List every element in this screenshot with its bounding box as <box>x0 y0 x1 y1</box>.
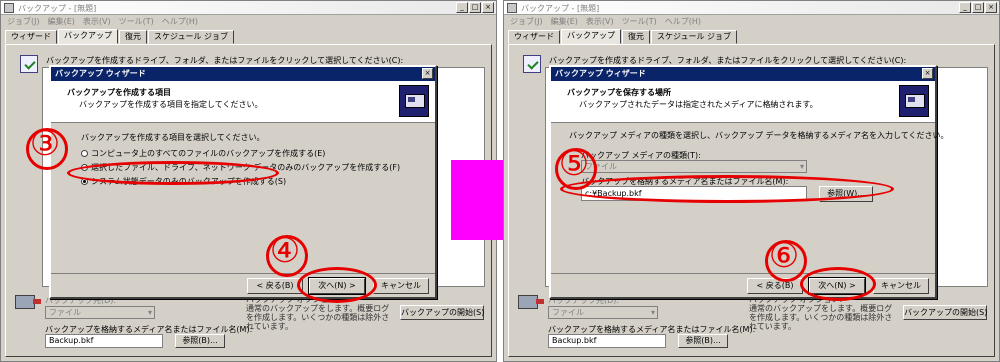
option-selected-files-label: 選択したファイル、ドライブ、ネットワーク データのみのバックアップを作成する(F… <box>91 163 401 172</box>
menu-bar: ジョブ(J) 編集(E) 表示(V) ツール(T) ヘルプ(H) <box>504 15 999 29</box>
media-name-input[interactable]: c:¥Backup.bkf <box>581 186 807 201</box>
backup-options-text: バックアップ オプション: 通常のバックアップをします。概要ログを作成します。い… <box>246 295 390 331</box>
backup-media-icon <box>518 295 544 309</box>
wizard-prompt: バックアップ メディアの種類を選択し、バックアップ データを格納するメディア名を… <box>569 131 949 140</box>
wizard-body: バックアップを作成する項目を選択してください。 コンピュータ上のすべてのファイル… <box>51 124 435 273</box>
tab-backup[interactable]: バックアップ <box>58 29 118 44</box>
tab-restore[interactable]: 復元 <box>622 30 650 44</box>
menu-job[interactable]: ジョブ(J) <box>7 15 40 29</box>
step-4-marker: ④ <box>265 234 308 277</box>
back-button[interactable]: < 戻る(B) <box>247 278 303 294</box>
backup-wizard-icon <box>399 85 429 117</box>
cancel-button[interactable]: キャンセル <box>373 278 429 294</box>
browse-button[interactable]: 参照(B)... <box>678 334 728 348</box>
maximize-button[interactable]: □ <box>469 2 481 13</box>
media-type-select[interactable]: ファイル <box>581 160 807 173</box>
menu-help[interactable]: ヘルプ(H) <box>162 15 198 29</box>
wizard-prompt: バックアップを作成する項目を選択してください。 <box>81 133 265 142</box>
backup-wizard-icon <box>899 85 929 117</box>
wizard-footer: < 戻る(B) 次へ(N) > キャンセル <box>551 273 935 297</box>
tab-wizard[interactable]: ウィザード <box>5 30 57 44</box>
wizard-title-bar[interactable]: バックアップ ウィザード × <box>551 67 935 81</box>
backup-wizard-dialog: バックアップ ウィザード × バックアップを作成する項目 バックアップを作成する… <box>49 65 437 299</box>
wizard-title: バックアップ ウィザード <box>55 69 146 78</box>
media-name-input[interactable]: Backup.bkf <box>548 334 666 348</box>
window-title: バックアップ - [無題] <box>18 4 97 13</box>
radio-icon[interactable] <box>81 150 88 157</box>
option-all-files-label: コンピュータ上のすべてのファイルのバックアップを作成する(E) <box>91 149 326 158</box>
browse-button[interactable]: 参照(B)... <box>175 334 225 348</box>
menu-tools[interactable]: ツール(T) <box>119 15 154 29</box>
close-button[interactable]: × <box>482 2 494 13</box>
tab-strip: ウィザード バックアップ 復元 スケジュール ジョブ <box>508 29 738 44</box>
start-backup-button[interactable]: バックアップの開始(S) <box>400 305 484 320</box>
wizard-header: バックアップを作成する項目 バックアップを作成する項目を指定してください。 <box>51 81 435 123</box>
backup-wizard-dialog: バックアップ ウィザード × バックアップを保存する場所 バックアップされたデー… <box>549 65 948 299</box>
wizard-header-title: バックアップを作成する項目 <box>67 88 171 97</box>
window-title: バックアップ - [無題] <box>521 4 600 13</box>
wizard-close-button[interactable]: × <box>922 68 933 79</box>
checklist-icon <box>523 55 541 73</box>
destination-select[interactable]: ファイル <box>548 306 658 319</box>
tab-schedule-job[interactable]: スケジュール ジョブ <box>651 30 737 44</box>
menu-edit[interactable]: 編集(E) <box>48 15 75 29</box>
cancel-button[interactable]: キャンセル <box>873 278 929 294</box>
minimize-button[interactable]: _ <box>959 2 971 13</box>
checklist-icon <box>20 55 38 73</box>
menu-view[interactable]: 表示(V) <box>83 15 111 29</box>
step-6-marker: ⑥ <box>764 239 807 282</box>
menu-view[interactable]: 表示(V) <box>586 15 614 29</box>
wizard-title-bar[interactable]: バックアップ ウィザード × <box>51 67 435 81</box>
menu-edit[interactable]: 編集(E) <box>551 15 578 29</box>
back-button[interactable]: < 戻る(B) <box>747 278 803 294</box>
step-3-marker: ③ <box>25 127 68 170</box>
media-name-input[interactable]: Backup.bkf <box>45 334 163 348</box>
bottom-area: バックアップ先(D): ファイル バックアップ オプション: 通常のバックアップ… <box>508 291 995 361</box>
wizard-header-title: バックアップを保存する場所 <box>567 88 671 97</box>
title-bar[interactable]: バックアップ - [無題] _ □ × <box>504 1 999 15</box>
tab-wizard[interactable]: ウィザード <box>508 30 560 44</box>
menu-bar: ジョブ(J) 編集(E) 表示(V) ツール(T) ヘルプ(H) <box>1 15 496 29</box>
start-backup-button[interactable]: バックアップの開始(S) <box>903 305 987 320</box>
option-selected-files[interactable]: 選択したファイル、ドライブ、ネットワーク データのみのバックアップを作成する(F… <box>81 162 400 173</box>
tab-backup[interactable]: バックアップ <box>561 29 621 44</box>
wizard-header-subtitle: バックアップを作成する項目を指定してください。 <box>79 100 263 109</box>
browse-button[interactable]: 参照(W)... <box>819 186 873 202</box>
backup-media-icon <box>15 295 41 309</box>
radio-selected-icon[interactable] <box>81 178 88 185</box>
wizard-header-subtitle: バックアップされたデータは指定されたメディアに格納されます。 <box>579 100 818 109</box>
minimize-button[interactable]: _ <box>456 2 468 13</box>
option-system-state-label: システム状態データのみのバックアップを作成する(S) <box>91 177 287 186</box>
close-button[interactable]: × <box>985 2 997 13</box>
title-bar[interactable]: バックアップ - [無題] _ □ × <box>1 1 496 15</box>
wizard-header: バックアップを保存する場所 バックアップされたデータは指定されたメディアに格納さ… <box>551 81 935 123</box>
maximize-button[interactable]: □ <box>972 2 984 13</box>
backup-app-icon <box>4 3 14 13</box>
wizard-title: バックアップ ウィザード <box>555 69 646 78</box>
backup-window-right: バックアップ - [無題] _ □ × ジョブ(J) 編集(E) 表示(V) ツ… <box>503 0 1000 362</box>
option-system-state[interactable]: システム状態データのみのバックアップを作成する(S) <box>81 176 286 187</box>
wizard-footer: < 戻る(B) 次へ(N) > キャンセル <box>51 273 435 297</box>
tab-schedule-job[interactable]: スケジュール ジョブ <box>148 30 234 44</box>
radio-icon[interactable] <box>81 164 88 171</box>
wizard-close-button[interactable]: × <box>422 68 433 79</box>
bottom-area: バックアップ先(D): ファイル バックアップ オプション: 通常のバックアップ… <box>5 291 492 361</box>
wizard-body: バックアップ メディアの種類を選択し、バックアップ データを格納するメディア名を… <box>551 124 948 273</box>
option-all-files[interactable]: コンピュータ上のすべてのファイルのバックアップを作成する(E) <box>81 148 325 159</box>
backup-window-left: バックアップ - [無題] _ □ × ジョブ(J) 編集(E) 表示(V) ツ… <box>0 0 497 362</box>
menu-help[interactable]: ヘルプ(H) <box>665 15 701 29</box>
menu-tools[interactable]: ツール(T) <box>622 15 657 29</box>
menu-job[interactable]: ジョブ(J) <box>510 15 543 29</box>
backup-options-text: バックアップ オプション: 通常のバックアップをします。概要ログを作成します。い… <box>749 295 893 331</box>
next-button[interactable]: 次へ(N) > <box>308 277 366 295</box>
backup-app-icon <box>507 3 517 13</box>
tab-restore[interactable]: 復元 <box>119 30 147 44</box>
step-5-marker: ⑤ <box>554 147 597 190</box>
destination-select[interactable]: ファイル <box>45 306 155 319</box>
tab-strip: ウィザード バックアップ 復元 スケジュール ジョブ <box>5 29 235 44</box>
next-button[interactable]: 次へ(N) > <box>808 277 866 295</box>
